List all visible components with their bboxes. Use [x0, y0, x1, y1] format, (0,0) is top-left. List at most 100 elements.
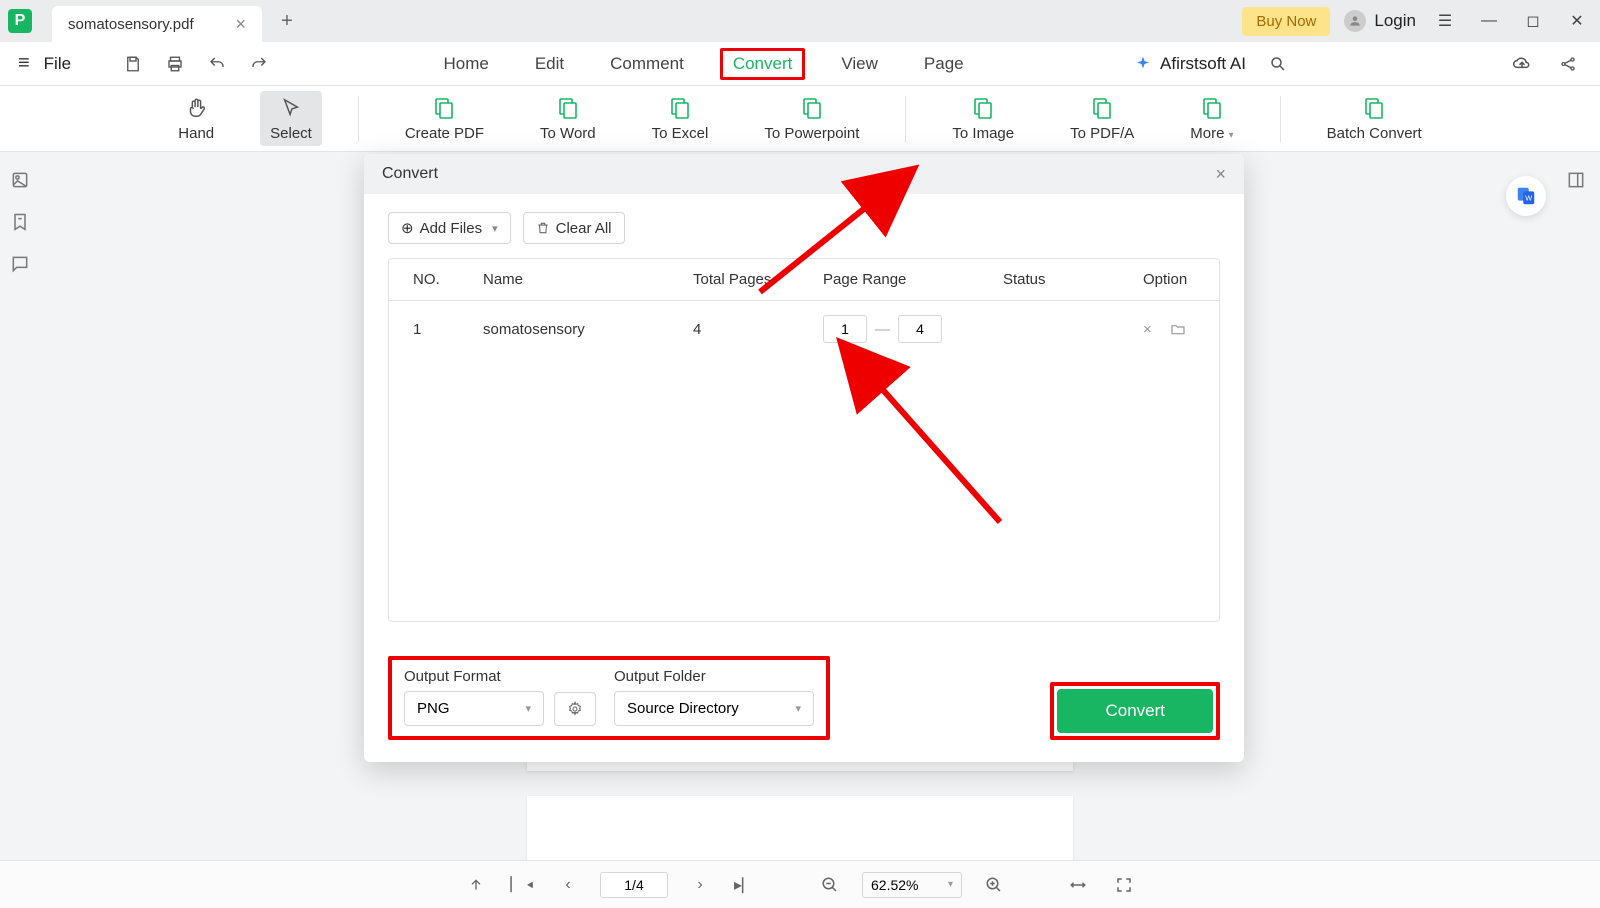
- file-menu[interactable]: File: [44, 54, 71, 74]
- tool-label: Create PDF: [405, 125, 484, 142]
- output-format-label: Output Format: [404, 668, 596, 685]
- tool-select[interactable]: Select: [260, 91, 322, 146]
- dialog-header: Convert ×: [364, 154, 1244, 194]
- batch-convert-icon: [1361, 95, 1387, 121]
- cell-option: ×: [1143, 321, 1220, 338]
- goto-last-icon[interactable]: ▸⎸: [732, 871, 760, 899]
- output-format-select[interactable]: PNG ▾: [404, 691, 544, 726]
- add-files-button[interactable]: ⊕ Add Files: [388, 212, 511, 244]
- redo-icon[interactable]: [245, 50, 273, 78]
- gear-icon: [567, 701, 583, 717]
- goto-first-icon[interactable]: ⎸◂: [508, 871, 536, 899]
- output-settings-group: Output Format PNG ▾ Output Folder: [388, 656, 830, 740]
- tool-batch-convert[interactable]: Batch Convert: [1317, 91, 1432, 146]
- cloud-icon[interactable]: [1508, 50, 1536, 78]
- menu-item-view[interactable]: View: [831, 48, 888, 80]
- zoom-out-icon[interactable]: [816, 871, 844, 899]
- maximize-icon[interactable]: ◻: [1518, 6, 1548, 36]
- convert-toolbar: Hand Select Create PDF To Word To Excel To Po…: [0, 86, 1600, 152]
- panel-icon[interactable]: [1566, 170, 1590, 194]
- search-icon[interactable]: [1264, 50, 1292, 78]
- ai-button[interactable]: Afirstsoft AI: [1134, 54, 1246, 74]
- app-logo: P: [8, 9, 32, 33]
- menu-item-edit[interactable]: Edit: [525, 48, 574, 80]
- tool-label: To PDF/A: [1070, 125, 1134, 142]
- cell-no: 1: [413, 321, 483, 338]
- close-window-icon[interactable]: ✕: [1562, 6, 1592, 36]
- login-label: Login: [1374, 11, 1416, 31]
- range-to-input[interactable]: [898, 315, 942, 343]
- tool-label: To Word: [540, 125, 596, 142]
- titlebar: P somatosensory.pdf × + Buy Now Login ☰ …: [0, 0, 1600, 42]
- tool-hand[interactable]: Hand: [168, 91, 224, 146]
- chevron-down-icon: ▾: [525, 702, 531, 715]
- to-excel-icon: [667, 95, 693, 121]
- tool-to-image[interactable]: To Image: [942, 91, 1024, 146]
- output-folder-select[interactable]: Source Directory ▾: [614, 691, 814, 726]
- save-icon[interactable]: [119, 50, 147, 78]
- convert-badge[interactable]: W: [1506, 176, 1546, 216]
- menu-item-convert[interactable]: Convert: [720, 48, 806, 80]
- tool-to-pdf/a[interactable]: To PDF/A: [1060, 91, 1144, 146]
- menu-item-home[interactable]: Home: [433, 48, 498, 80]
- svg-text:W: W: [1525, 194, 1532, 203]
- convert-button[interactable]: Convert: [1057, 689, 1213, 733]
- convert-dialog: Convert × ⊕ Add Files Clear All NO.NameT…: [364, 154, 1244, 762]
- minimize-icon[interactable]: —: [1474, 6, 1504, 36]
- tool-more[interactable]: More ▾: [1180, 91, 1243, 146]
- to-image-icon: [970, 95, 996, 121]
- tool-to-powerpoint[interactable]: To Powerpoint: [754, 91, 869, 146]
- zoom-select[interactable]: 62.52% ▾: [862, 872, 962, 898]
- convert-highlight: Convert: [1050, 682, 1220, 740]
- table-row: 1somatosensory4—×: [389, 301, 1219, 357]
- create-pdf-icon: [431, 95, 457, 121]
- page-input[interactable]: [600, 872, 668, 898]
- close-tab-icon[interactable]: ×: [235, 14, 246, 35]
- zoom-value: 62.52%: [871, 877, 918, 893]
- share-icon[interactable]: [1554, 50, 1582, 78]
- next-page-icon[interactable]: ›: [686, 871, 714, 899]
- remove-row-icon[interactable]: ×: [1143, 321, 1152, 338]
- dialog-close-icon[interactable]: ×: [1215, 164, 1226, 185]
- to-powerpoint-icon: [799, 95, 825, 121]
- fit-page-icon[interactable]: [1110, 871, 1138, 899]
- chevron-down-icon: ▾: [795, 702, 801, 715]
- hamburger-icon[interactable]: ≡: [18, 52, 30, 75]
- menubar: ≡ File Home Edit Comment Convert View Page Af…: [0, 42, 1600, 86]
- zoom-in-icon[interactable]: [980, 871, 1008, 899]
- open-folder-icon[interactable]: [1170, 321, 1186, 338]
- document-tab[interactable]: somatosensory.pdf ×: [52, 6, 262, 42]
- prev-page-icon[interactable]: ‹: [554, 871, 582, 899]
- print-icon[interactable]: [161, 50, 189, 78]
- tool-create-pdf[interactable]: Create PDF: [395, 91, 494, 146]
- tool-to-excel[interactable]: To Excel: [642, 91, 719, 146]
- login-button[interactable]: Login: [1344, 10, 1416, 32]
- main-area: W ¹ The following description is based o…: [0, 152, 1600, 900]
- output-settings-button[interactable]: [554, 692, 596, 726]
- undo-icon[interactable]: [203, 50, 231, 78]
- sparkle-icon: [1134, 55, 1152, 73]
- dialog-title: Convert: [382, 165, 438, 183]
- range-from-input[interactable]: [823, 315, 867, 343]
- first-page-icon[interactable]: [462, 871, 490, 899]
- buy-now-button[interactable]: Buy Now: [1242, 7, 1330, 36]
- select-icon: [278, 95, 304, 121]
- tab-title-text: somatosensory.pdf: [68, 16, 194, 33]
- comment-sidebar-icon[interactable]: [10, 254, 34, 278]
- menu-item-page[interactable]: Page: [914, 48, 974, 80]
- tool-to-word[interactable]: To Word: [530, 91, 606, 146]
- fit-width-icon[interactable]: [1064, 871, 1092, 899]
- more-icon: [1199, 95, 1225, 121]
- add-tab-button[interactable]: +: [272, 6, 302, 36]
- clear-all-button[interactable]: Clear All: [523, 212, 625, 244]
- tool-label: To Excel: [652, 125, 709, 142]
- hand-icon: [183, 95, 209, 121]
- bookmark-icon[interactable]: [10, 212, 34, 236]
- chevron-down-icon: ▾: [948, 879, 953, 890]
- thumbnail-icon[interactable]: [10, 170, 34, 194]
- menu-item-comment[interactable]: Comment: [600, 48, 694, 80]
- tool-label: To Image: [952, 125, 1014, 142]
- column-no-: NO.: [413, 271, 483, 288]
- plus-circle-icon: ⊕: [401, 219, 414, 237]
- app-menu-icon[interactable]: ☰: [1430, 6, 1460, 36]
